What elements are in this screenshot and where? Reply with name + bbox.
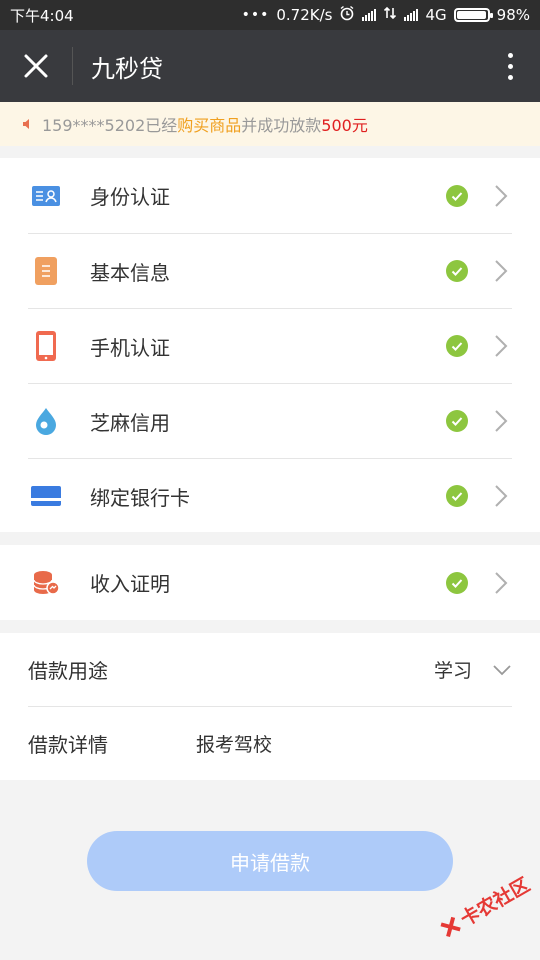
chevron-down-icon xyxy=(493,664,511,675)
status-indicators: ••• 0.72K/s 4G 98% xyxy=(242,5,530,25)
chevron-right-icon xyxy=(495,184,508,207)
signal-icon-2 xyxy=(404,9,419,21)
check-icon xyxy=(446,485,468,507)
income-proof-row[interactable]: 收入证明 xyxy=(28,545,512,620)
check-icon xyxy=(446,410,468,432)
chevron-right-icon xyxy=(495,335,508,357)
verification-label: 手机认证 xyxy=(90,335,170,360)
notice-highlight: 购买商品 xyxy=(177,116,242,135)
speaker-icon xyxy=(22,118,34,130)
chevron-right-icon xyxy=(495,260,508,282)
loan-detail-input[interactable]: 报考驾校 xyxy=(196,730,272,757)
status-time: 下午4:04 xyxy=(10,6,74,25)
verification-row-basic-info[interactable]: 基本信息 xyxy=(28,233,512,308)
verification-label: 身份认证 xyxy=(90,185,170,209)
network-type: 4G xyxy=(425,6,447,24)
more-menu-button[interactable] xyxy=(480,30,540,102)
loan-purpose-row: 借款用途 学习 xyxy=(28,633,512,706)
signal-icon xyxy=(362,9,377,21)
bank-card-icon xyxy=(28,478,64,514)
income-proof-label: 收入证明 xyxy=(90,572,170,596)
check-icon xyxy=(446,260,468,282)
watermark: 卡农社区 xyxy=(436,870,534,942)
nav-bar: 九秒贷 xyxy=(0,30,540,102)
network-speed: 0.72K/s xyxy=(276,6,333,24)
watermark-text: 卡农社区 xyxy=(456,873,534,931)
page-title: 九秒贷 xyxy=(91,54,163,83)
loan-purpose-value: 学习 xyxy=(433,660,472,682)
document-icon xyxy=(28,253,64,289)
coins-icon xyxy=(28,565,64,601)
verification-row-sesame-credit[interactable]: 芝麻信用 xyxy=(28,383,512,458)
chevron-right-icon xyxy=(495,485,508,507)
data-transfer-icon xyxy=(383,6,397,24)
chevron-right-icon xyxy=(495,410,508,432)
notice-amount: 500元 xyxy=(321,116,368,135)
check-icon xyxy=(446,184,468,207)
alarm-icon xyxy=(339,5,355,25)
verification-label: 基本信息 xyxy=(90,260,170,285)
sesame-credit-icon xyxy=(28,403,64,439)
verification-section: 身份认证 基本信息 手机认证 芝麻信用 绑定银行卡 xyxy=(0,158,540,532)
loan-detail-label: 借款详情 xyxy=(28,732,108,757)
apply-loan-button[interactable]: 申请借款 xyxy=(87,831,453,891)
phone-icon xyxy=(28,328,64,364)
close-icon xyxy=(24,54,48,78)
verification-label: 芝麻信用 xyxy=(90,410,170,435)
loan-detail-row: 借款详情 报考驾校 xyxy=(28,706,512,779)
more-vertical-icon xyxy=(507,52,513,58)
verification-label: 绑定银行卡 xyxy=(90,485,190,510)
watermark-logo-icon xyxy=(440,916,461,937)
check-icon xyxy=(446,335,468,357)
battery-icon xyxy=(453,8,493,22)
notice-middle: 并成功放款 xyxy=(241,116,322,135)
nav-divider xyxy=(72,47,73,85)
loan-purpose-label: 借款用途 xyxy=(28,659,108,683)
battery-percent: 98% xyxy=(496,6,530,24)
verification-row-identity[interactable]: 身份认证 xyxy=(28,158,512,233)
income-section: 收入证明 xyxy=(0,545,540,620)
loan-form-section: 借款用途 学习 借款详情 报考驾校 xyxy=(0,633,540,780)
more-dots-icon: ••• xyxy=(241,7,270,23)
check-icon xyxy=(446,571,468,594)
notice-prefix: 159****5202已经 xyxy=(42,116,178,135)
status-bar: 下午4:04 ••• 0.72K/s 4G 98% xyxy=(0,0,540,30)
close-button[interactable] xyxy=(0,30,72,102)
verification-row-phone[interactable]: 手机认证 xyxy=(28,308,512,383)
notice-banner: 159****5202已经 购买商品 并成功放款 500元 xyxy=(0,102,540,146)
loan-purpose-select[interactable]: 学习 xyxy=(434,656,512,683)
chevron-right-icon xyxy=(495,571,508,594)
id-card-icon xyxy=(28,178,64,214)
verification-row-bank-card[interactable]: 绑定银行卡 xyxy=(28,458,512,533)
